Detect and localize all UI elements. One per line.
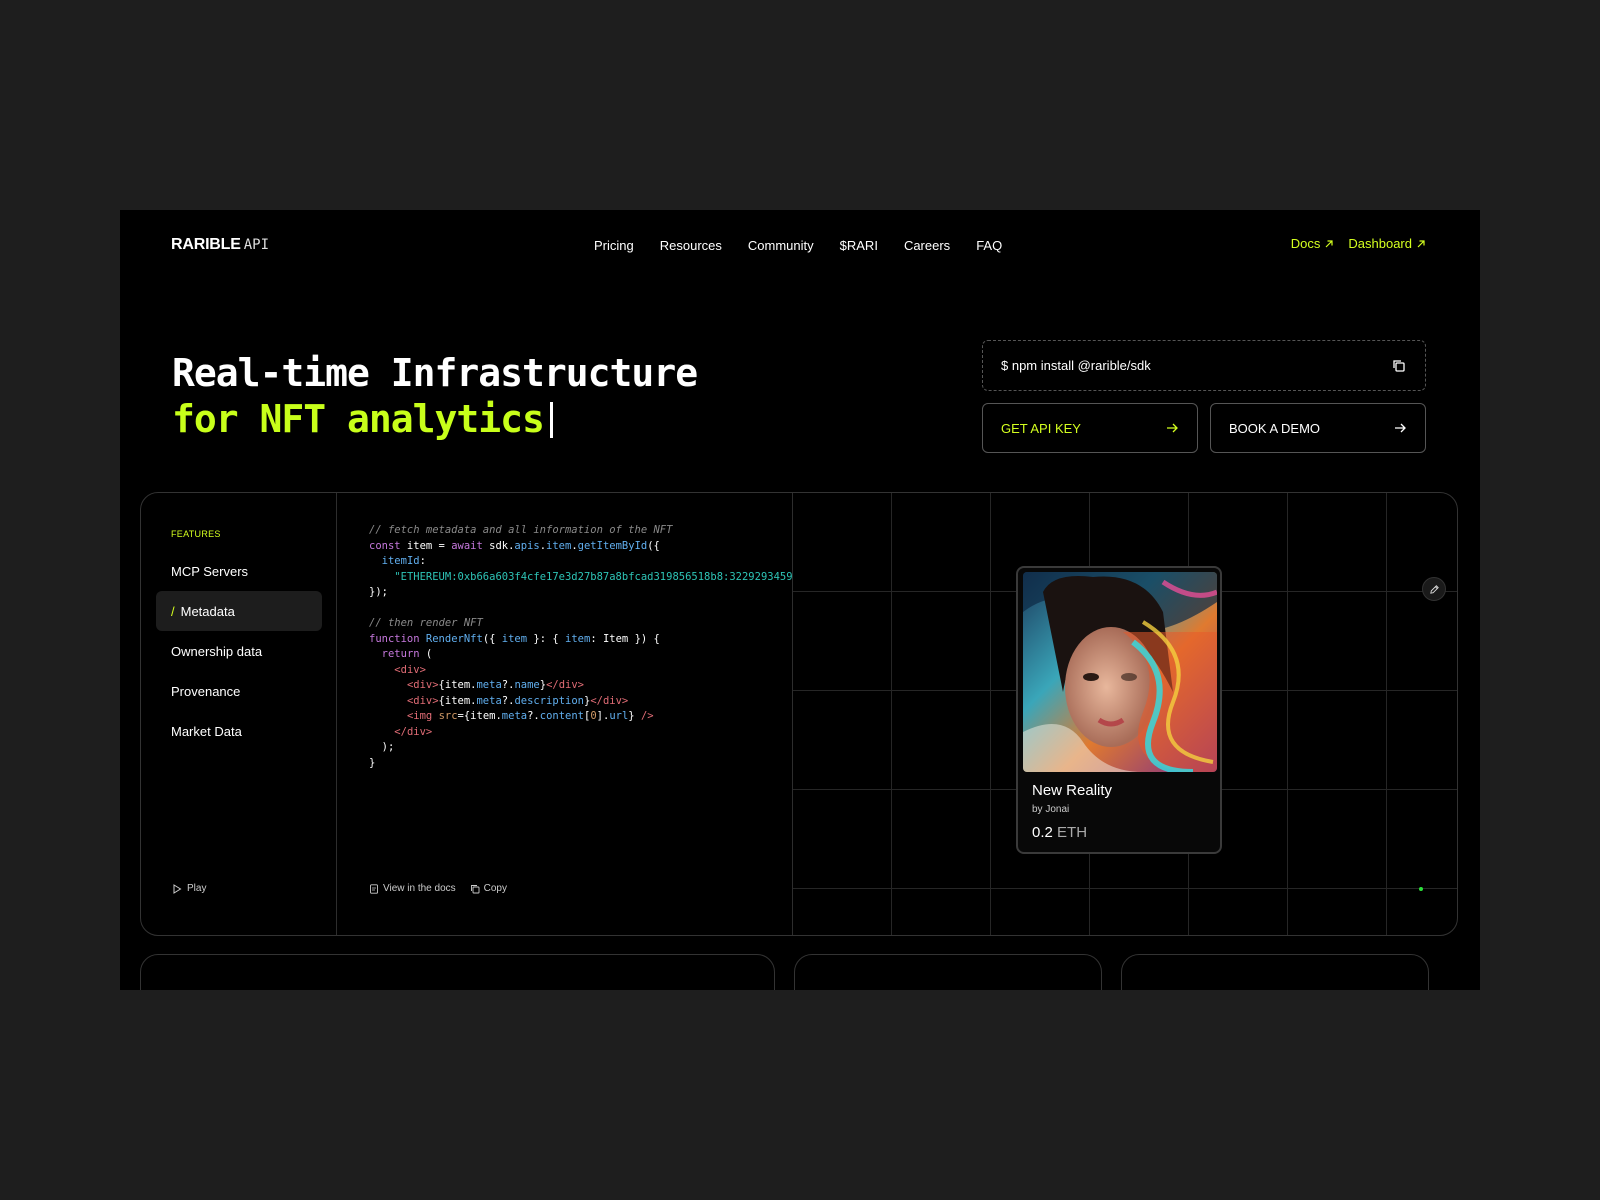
edit-button[interactable]: [1422, 577, 1446, 601]
code-comment: // then render NFT: [369, 617, 483, 629]
docs-link-label: Docs: [1290, 236, 1321, 251]
active-slash: /: [171, 603, 175, 619]
book-demo-button[interactable]: BOOK A DEMO: [1210, 403, 1426, 453]
book-demo-label: BOOK A DEMO: [1229, 420, 1321, 436]
nav-rari[interactable]: $RARI: [840, 238, 878, 253]
section-card: [140, 954, 775, 990]
play-button[interactable]: Play: [172, 883, 206, 894]
code-editor: // fetch metadata and all information of…: [337, 493, 793, 935]
pencil-icon: [1429, 584, 1439, 594]
status-indicator: [1419, 887, 1423, 891]
nav-community[interactable]: Community: [748, 238, 814, 253]
arrow-up-right-icon: [1417, 239, 1425, 247]
install-command-box: $ npm install @rarible/sdk: [982, 340, 1426, 391]
play-icon: [173, 883, 182, 894]
hero-line-1: Real-time Infrastructure: [172, 351, 698, 395]
copy-label: Copy: [483, 883, 507, 894]
nft-price-value: 0.2: [1032, 824, 1053, 841]
top-links: Docs Dashboard: [1291, 236, 1426, 251]
code-block: // fetch metadata and all information of…: [369, 523, 793, 771]
get-api-key-button[interactable]: GET API KEY: [982, 403, 1198, 453]
nav-careers[interactable]: Careers: [904, 238, 950, 253]
doc-icon: [370, 883, 378, 894]
hero-line-2: for NFT analytics: [172, 396, 697, 442]
logo-wordmark: RARIBLE: [171, 236, 241, 253]
nav-faq[interactable]: FAQ: [976, 238, 1002, 253]
arrow-right-icon: [1167, 423, 1178, 433]
nav-pricing[interactable]: Pricing: [594, 238, 634, 253]
install-command: $ npm install @rarible/sdk: [1001, 358, 1151, 373]
view-docs-label: View in the docs: [383, 883, 456, 894]
feature-ownership-data[interactable]: Ownership data: [156, 631, 322, 671]
nft-price-currency: ETH: [1057, 824, 1088, 841]
feature-provenance[interactable]: Provenance: [156, 671, 322, 711]
section-card: [794, 954, 1102, 990]
get-api-key-label: GET API KEY: [1001, 420, 1081, 436]
feature-label: MCP Servers: [171, 563, 249, 579]
main-nav: Pricing Resources Community $RARI Career…: [594, 238, 1002, 253]
code-comment: // fetch metadata and all information of…: [369, 524, 673, 536]
code-item-id: "ETHEREUM:0xb66a603f4cfe17e3d27b87a8bfca…: [394, 570, 793, 583]
text-caret: [549, 402, 553, 438]
nft-title: New Reality: [1032, 782, 1113, 799]
nft-preview-area: New Reality by Jonai 0.2 ETH: [793, 493, 1457, 935]
nft-creator: by Jonai: [1032, 804, 1070, 815]
view-docs-button[interactable]: View in the docs: [369, 883, 456, 894]
features-label: FEATURES: [171, 529, 221, 539]
nav-resources[interactable]: Resources: [660, 238, 722, 253]
feature-label: Provenance: [171, 683, 241, 699]
logo[interactable]: RARIBLE API: [171, 236, 269, 254]
nft-card[interactable]: New Reality by Jonai 0.2 ETH: [1016, 566, 1222, 854]
copy-icon: [470, 884, 480, 893]
nft-image: [1023, 572, 1217, 772]
feature-market-data[interactable]: Market Data: [156, 711, 322, 751]
feature-label: Metadata: [180, 603, 235, 619]
copy-icon[interactable]: [1391, 358, 1407, 374]
dashboard-link-label: Dashboard: [1348, 236, 1412, 251]
site-frame: RARIBLE API Pricing Resources Community …: [120, 210, 1480, 990]
code-actions: View in the docs Copy: [369, 883, 507, 894]
feature-metadata[interactable]: / Metadata: [156, 591, 322, 631]
arrow-right-icon: [1395, 423, 1406, 433]
hero-title: Real-time Infrastructure for NFT analyti…: [172, 350, 698, 442]
copy-code-button[interactable]: Copy: [470, 883, 507, 894]
feature-mcp-servers[interactable]: MCP Servers: [156, 551, 322, 591]
feature-label: Ownership data: [171, 643, 263, 659]
nft-artwork: [1023, 572, 1217, 772]
dashboard-link[interactable]: Dashboard: [1348, 236, 1426, 251]
docs-link[interactable]: Docs: [1291, 236, 1335, 251]
arrow-up-right-icon: [1325, 239, 1333, 247]
section-card: [1121, 954, 1429, 990]
feature-panel: FEATURES MCP Servers / Metadata Ownership…: [140, 492, 1458, 936]
features-menu: MCP Servers / Metadata Ownership data Pro…: [156, 551, 322, 751]
logo-suffix: API: [243, 237, 270, 253]
play-label: Play: [187, 883, 207, 894]
nft-price: 0.2 ETH: [1032, 824, 1087, 841]
feature-label: Market Data: [171, 723, 242, 739]
hero-line-2-text: for NFT analytics: [172, 397, 545, 441]
features-sidebar: FEATURES MCP Servers / Metadata Ownership…: [141, 493, 337, 935]
